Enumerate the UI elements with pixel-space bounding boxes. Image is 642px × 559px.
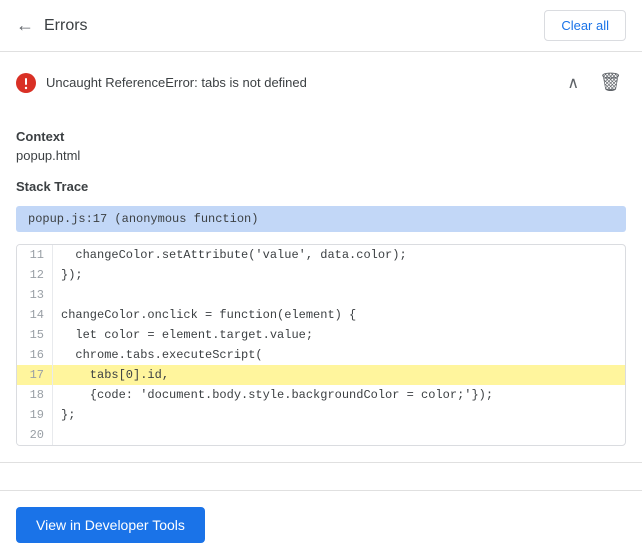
line-number: 12 (17, 265, 53, 285)
line-number: 20 (17, 425, 53, 445)
line-number: 13 (17, 285, 53, 305)
error-header-row: Uncaught ReferenceError: tabs is not def… (0, 52, 642, 113)
header-left: ← Errors (16, 15, 88, 36)
line-content: {code: 'document.body.style.backgroundCo… (53, 385, 625, 405)
error-actions: ∧ 🗑 (563, 68, 626, 97)
line-content: chrome.tabs.executeScript( (53, 345, 625, 365)
line-content (53, 285, 625, 305)
line-number: 16 (17, 345, 53, 365)
line-number: 15 (17, 325, 53, 345)
back-button[interactable]: ← (16, 15, 34, 36)
context-label: Context (16, 129, 626, 144)
stack-trace-value: popup.js:17 (anonymous function) (16, 206, 626, 232)
line-number: 11 (17, 245, 53, 265)
line-content: tabs[0].id, (53, 365, 625, 385)
code-line: 14changeColor.onclick = function(element… (17, 305, 625, 325)
error-icon (16, 73, 36, 93)
line-content: changeColor.setAttribute('value', data.c… (53, 245, 625, 265)
main-content: Uncaught ReferenceError: tabs is not def… (0, 52, 642, 490)
code-line: 18 {code: 'document.body.style.backgroun… (17, 385, 625, 405)
line-content: let color = element.target.value; (53, 325, 625, 345)
code-line: 11 changeColor.setAttribute('value', dat… (17, 245, 625, 265)
line-number: 17 (17, 365, 53, 385)
code-scroll-area[interactable]: 11 changeColor.setAttribute('value', dat… (17, 245, 625, 445)
line-number: 18 (17, 385, 53, 405)
page-header: ← Errors Clear all (0, 0, 642, 52)
line-content: changeColor.onclick = function(element) … (53, 305, 625, 325)
page-title: Errors (44, 17, 88, 35)
code-line: 15 let color = element.target.value; (17, 325, 625, 345)
stack-trace-label: Stack Trace (16, 179, 626, 194)
code-line: 20 (17, 425, 625, 445)
code-line: 17 tabs[0].id, (17, 365, 625, 385)
line-number: 14 (17, 305, 53, 325)
line-content (53, 425, 625, 445)
view-in-devtools-button[interactable]: View in Developer Tools (16, 507, 205, 543)
code-line: 12}); (17, 265, 625, 285)
collapse-button[interactable]: ∧ (563, 69, 583, 97)
code-line: 13 (17, 285, 625, 305)
context-value: popup.html (16, 148, 626, 163)
delete-button[interactable]: 🗑 (595, 68, 626, 97)
footer: View in Developer Tools (0, 490, 642, 559)
error-message-text: Uncaught ReferenceError: tabs is not def… (46, 75, 553, 90)
line-content: }; (53, 405, 625, 425)
code-line: 16 chrome.tabs.executeScript( (17, 345, 625, 365)
clear-all-button[interactable]: Clear all (544, 10, 626, 41)
line-content: }); (53, 265, 625, 285)
code-line: 19}; (17, 405, 625, 425)
error-details: Context popup.html Stack Trace popup.js:… (0, 129, 642, 462)
error-item: Uncaught ReferenceError: tabs is not def… (0, 52, 642, 463)
code-block: 11 changeColor.setAttribute('value', dat… (16, 244, 626, 446)
line-number: 19 (17, 405, 53, 425)
